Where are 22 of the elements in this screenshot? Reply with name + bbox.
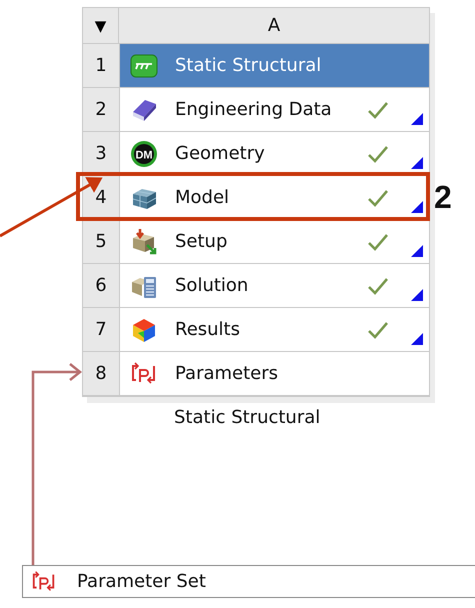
corner-triangle-icon <box>411 113 423 125</box>
badge-icon: DM <box>130 140 158 168</box>
parameter-set-bar[interactable]: Parameter Set <box>22 565 475 598</box>
corner-triangle-icon <box>411 333 423 345</box>
box-icon <box>130 228 158 256</box>
system-cell[interactable]: Setup <box>120 220 429 263</box>
parameter-set-label: Parameter Set <box>77 571 206 592</box>
column-header: A <box>266 14 282 38</box>
corner-triangle-icon <box>411 201 423 213</box>
system-cell[interactable]: Model <box>120 176 429 219</box>
system-cell[interactable]: Static Structural <box>120 44 429 87</box>
system-cell[interactable]: DM Geometry <box>120 132 429 175</box>
system-caption: Static Structural <box>174 407 320 428</box>
system-tile-icon <box>130 52 158 80</box>
corner-triangle-icon <box>411 245 423 257</box>
callout-number: 2 <box>434 178 452 217</box>
system-cell[interactable]: Results <box>120 308 429 351</box>
system-cell[interactable]: Engineering Data <box>120 88 429 131</box>
system-cell[interactable]: Parameters <box>120 352 429 395</box>
corner-triangle-icon <box>411 289 423 301</box>
corner-triangle-icon <box>411 157 423 169</box>
system-cell[interactable]: Solution <box>120 264 429 307</box>
